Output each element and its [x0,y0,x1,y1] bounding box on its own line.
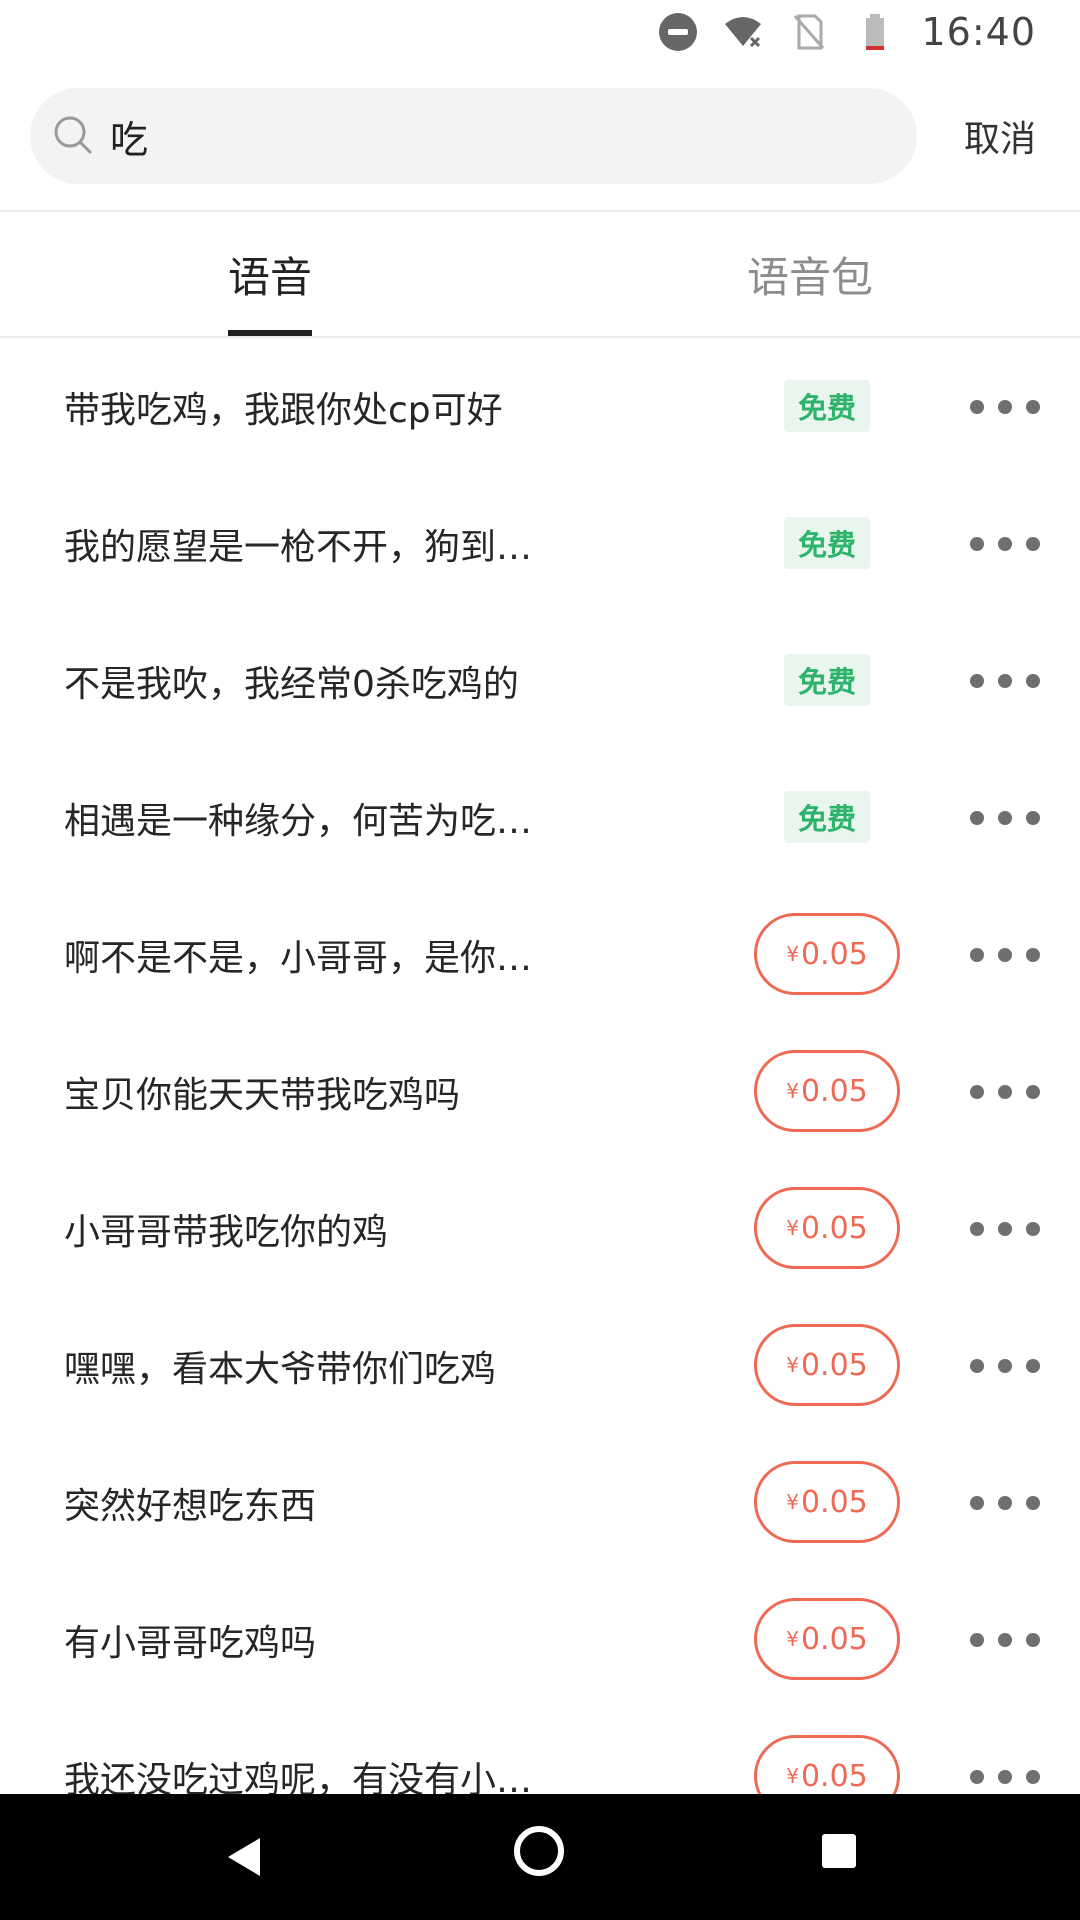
item-title: 宝贝你能天天带我吃鸡吗 [64,1074,461,1116]
price-button[interactable]: ¥0.05 [754,1324,900,1406]
currency-symbol: ¥ [786,1079,799,1103]
search-row: 取消 [0,88,1080,184]
price-button[interactable]: ¥0.05 [754,1187,900,1269]
more-icon[interactable] [970,1351,1040,1381]
price-button[interactable]: ¥0.05 [754,1050,900,1132]
item-title: 有小哥哥吃鸡吗 [64,1622,317,1664]
clock: 16:40 [921,10,1036,54]
more-icon[interactable] [970,1762,1040,1792]
free-badge: 免费 [784,654,870,706]
list-item[interactable]: 小哥哥带我吃你的鸡 ¥0.05 [0,1160,1080,1297]
price-value: 0.05 [800,1758,868,1794]
search-input[interactable] [108,113,868,159]
item-title: 啊不是不是，小哥哥，是你… [64,937,533,979]
free-badge: 免费 [784,380,870,432]
currency-symbol: ¥ [786,942,799,966]
price-value: 0.05 [800,1484,868,1520]
item-title: 我还没吃过鸡呢，有没有小… [64,1759,533,1795]
no-sim-icon [794,14,825,50]
price-button[interactable]: ¥0.05 [754,1735,900,1794]
currency-symbol: ¥ [786,1627,799,1651]
item-title: 小哥哥带我吃你的鸡 [64,1211,389,1253]
search-icon [54,116,92,154]
currency-symbol: ¥ [786,1490,799,1514]
item-title: 突然好想吃东西 [64,1485,317,1527]
list-item[interactable]: 啊不是不是，小哥哥，是你… ¥0.05 [0,886,1080,1023]
currency-symbol: ¥ [786,1353,799,1377]
price-value: 0.05 [800,936,868,972]
currency-symbol: ¥ [786,1216,799,1240]
tab-voice-pack[interactable]: 语音包 [720,212,900,336]
battery-low-icon [866,14,885,50]
price-value: 0.05 [800,1073,868,1109]
price-value: 0.05 [800,1210,868,1246]
item-title: 带我吃鸡，我跟你处cp可好 [64,389,503,431]
list-item[interactable]: 突然好想吃东西 ¥0.05 [0,1434,1080,1571]
currency-symbol: ¥ [786,1764,799,1788]
list-item[interactable]: 不是我吹，我经常0杀吃鸡的 免费 [0,612,1080,749]
more-icon[interactable] [970,529,1040,559]
list-item[interactable]: 我的愿望是一枪不开，狗到… 免费 [0,475,1080,612]
list-item[interactable]: 带我吃鸡，我跟你处cp可好 免费 [0,338,1080,475]
free-badge: 免费 [784,791,870,843]
list-item[interactable]: 嘿嘿，看本大爷带你们吃鸡 ¥0.05 [0,1297,1080,1434]
item-title: 我的愿望是一枪不开，狗到… [64,526,533,568]
price-button[interactable]: ¥0.05 [754,1598,900,1680]
recent-apps-icon[interactable] [822,1834,856,1868]
item-title: 不是我吹，我经常0杀吃鸡的 [64,663,519,705]
item-title: 嘿嘿，看本大爷带你们吃鸡 [64,1348,497,1390]
more-icon[interactable] [970,392,1040,422]
tab-bar: 语音 语音包 [0,212,1080,336]
more-icon[interactable] [970,1077,1040,1107]
price-value: 0.05 [800,1347,868,1383]
navigation-bar [0,1794,1080,1920]
home-icon[interactable] [514,1826,564,1876]
list-item[interactable]: 相遇是一种缘分，何苦为吃… 免费 [0,749,1080,886]
wifi-off-icon [725,17,762,48]
more-icon[interactable] [970,1214,1040,1244]
back-icon[interactable] [220,1832,270,1882]
more-icon[interactable] [970,1488,1040,1518]
more-icon[interactable] [970,940,1040,970]
more-icon[interactable] [970,666,1040,696]
list-item[interactable]: 宝贝你能天天带我吃鸡吗 ¥0.05 [0,1023,1080,1160]
list-item[interactable]: 有小哥哥吃鸡吗 ¥0.05 [0,1571,1080,1708]
do-not-disturb-icon [659,13,698,51]
item-title: 相遇是一种缘分，何苦为吃… [64,800,533,842]
price-value: 0.05 [800,1621,868,1657]
voice-list: 带我吃鸡，我跟你处cp可好 免费 我的愿望是一枪不开，狗到… 免费 不是我吹，我… [0,338,1080,1794]
price-button[interactable]: ¥0.05 [754,1461,900,1543]
free-badge: 免费 [784,517,870,569]
status-bar: 16:40 [0,0,1080,64]
list-item[interactable]: 我还没吃过鸡呢，有没有小… ¥0.05 [0,1708,1080,1794]
cancel-button[interactable]: 取消 [964,88,1036,184]
tab-voice[interactable]: 语音 [180,212,360,336]
price-button[interactable]: ¥0.05 [754,913,900,995]
more-icon[interactable] [970,1625,1040,1655]
more-icon[interactable] [970,803,1040,833]
search-box[interactable] [30,88,917,184]
